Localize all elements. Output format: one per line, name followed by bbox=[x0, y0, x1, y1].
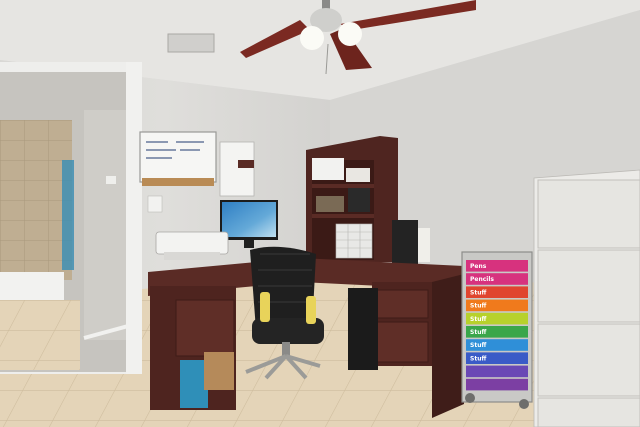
cart-drawer-label: Stuff bbox=[470, 303, 486, 310]
cart-drawer bbox=[466, 378, 528, 391]
cart-drawer-label: Pencils bbox=[470, 276, 494, 283]
cart-drawer-label: Stuff bbox=[470, 342, 486, 349]
air-vent bbox=[167, 33, 215, 53]
printer bbox=[155, 231, 229, 260]
wall-calendar bbox=[219, 141, 255, 197]
cart-drawer bbox=[466, 365, 528, 378]
cart-drawer-label: Stuff bbox=[470, 316, 486, 323]
light-switch bbox=[147, 195, 163, 213]
rolling-drawer-cart: Pens Pencils Stuff Stuff Stuff Stuff Stuff Stuf… bbox=[461, 251, 533, 409]
home-office-photo: Pens Pencils Stuff Stuff Stuff Stuff Stuff Stuf… bbox=[0, 0, 640, 427]
whiteboard bbox=[139, 131, 217, 186]
cart-drawer-label: Stuff bbox=[470, 355, 486, 362]
cart-drawer-label: Stuff bbox=[470, 289, 486, 296]
cart-drawer-label: Pens bbox=[470, 263, 487, 270]
scene-illustration: Pens Pencils Stuff Stuff Stuff Stuff Stuff Stuf… bbox=[0, 0, 640, 427]
pc-tower bbox=[348, 288, 378, 370]
bookshelf-hutch bbox=[306, 136, 398, 262]
cart-drawer-label: Stuff bbox=[470, 329, 486, 336]
filing-cabinet bbox=[533, 169, 640, 427]
